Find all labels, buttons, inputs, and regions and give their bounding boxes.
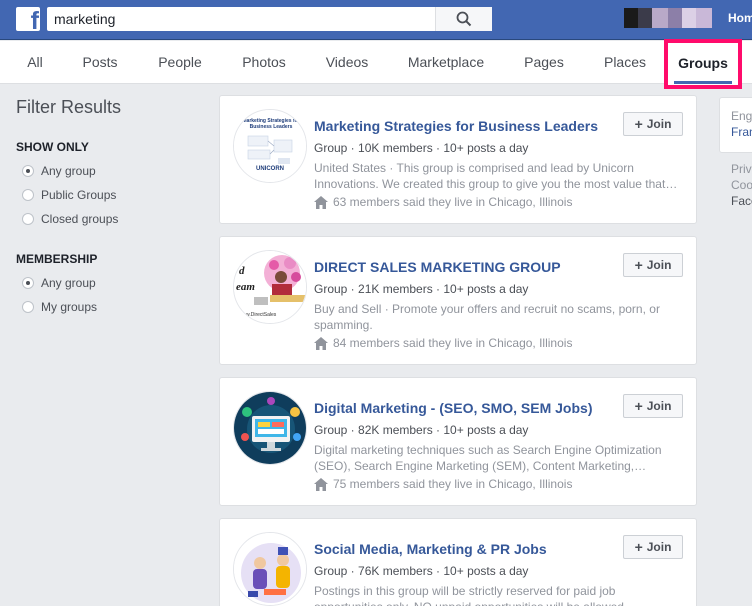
members-location: 63 members said they live in Chicago, Il… [314, 195, 572, 209]
members-location-text: 84 members said they live in Chicago, Il… [333, 336, 573, 350]
tab-groups[interactable]: Groups [664, 39, 742, 89]
search-filter-tabs: All Posts People Photos Videos Marketpla… [0, 39, 752, 89]
tab-marketplace[interactable]: Marketplace [402, 41, 490, 83]
footer-link[interactable]: Privacy [731, 162, 752, 176]
profile-avatar[interactable] [624, 8, 712, 28]
members-location: 75 members said they live in Chicago, Il… [314, 477, 572, 491]
tab-people[interactable]: People [152, 41, 208, 83]
filter-results-title: Filter Results [16, 97, 122, 117]
language-current: English [731, 109, 752, 123]
group-meta: Group · 76K members · 10+ posts a day [314, 564, 529, 578]
plus-icon: + [634, 257, 643, 273]
group-result-card: Digital Marketing - (SEO, SMO, SEM Jobs)… [219, 377, 697, 506]
thumbnail-logo-text: UNICORN [256, 166, 284, 172]
filter-closed-groups[interactable]: Closed groups [22, 210, 118, 228]
filter-option-label: My groups [41, 300, 98, 314]
active-tab-indicator [674, 81, 732, 84]
group-meta: Group · 21K members · 10+ posts a day [314, 282, 529, 296]
filter-option-label: Closed groups [41, 212, 119, 226]
join-label: Join [646, 258, 672, 272]
search-input[interactable] [47, 7, 445, 31]
radio-selected-icon [22, 277, 34, 289]
group-description: Buy and Sell · Promote your offers and r… [314, 302, 660, 332]
group-thumbnail[interactable] [233, 391, 307, 465]
join-group-button[interactable]: + Join [623, 535, 683, 559]
group-result-card: Social Media, Marketing & PR Jobs Group … [219, 518, 697, 606]
group-name-link[interactable]: Social Media, Marketing & PR Jobs [314, 541, 547, 557]
membership-my-groups[interactable]: My groups [22, 298, 97, 316]
group-result-card: Marketing Strategies for Business Leader… [219, 95, 697, 224]
group-name-link[interactable]: DIRECT SALES MARKETING GROUP [314, 259, 561, 275]
group-description: United States · This group is comprised … [314, 161, 678, 191]
membership-heading: MEMBERSHIP [16, 252, 98, 266]
group-meta: Group · 10K members · 10+ posts a day [314, 141, 529, 155]
tab-videos[interactable]: Videos [320, 41, 374, 83]
tab-pages[interactable]: Pages [518, 41, 570, 83]
search-box [47, 7, 492, 31]
group-description: Digital marketing techniques such as Sea… [314, 443, 662, 473]
group-description: Postings in this group will be strictly … [314, 584, 627, 606]
thumbnail-text: w.DirectSales [246, 312, 277, 318]
facebook-logo-icon[interactable]: f [16, 7, 40, 31]
group-meta: Group · 82K members · 10+ posts a day [314, 423, 529, 437]
membership-any-group[interactable]: Any group [22, 274, 96, 292]
join-group-button[interactable]: + Join [623, 394, 683, 418]
group-name-link[interactable]: Digital Marketing - (SEO, SMO, SEM Jobs) [314, 400, 592, 416]
home-link[interactable]: Home [728, 11, 752, 25]
join-label: Join [646, 399, 672, 413]
group-thumbnail[interactable] [233, 532, 307, 606]
group-result-card: d eam w.DirectSales DIRECT SALES MARKETI… [219, 236, 697, 365]
home-icon [314, 477, 328, 491]
language-box: English Français [719, 97, 752, 153]
join-group-button[interactable]: + Join [623, 112, 683, 136]
join-label: Join [646, 117, 672, 131]
tab-photos[interactable]: Photos [238, 41, 290, 83]
tab-posts[interactable]: Posts [78, 41, 122, 83]
radio-icon [22, 213, 34, 225]
filter-public-groups[interactable]: Public Groups [22, 186, 116, 204]
home-icon [314, 195, 328, 209]
members-location-text: 75 members said they live in Chicago, Il… [333, 477, 573, 491]
home-icon [314, 336, 328, 350]
members-location-text: 63 members said they live in Chicago, Il… [333, 195, 573, 209]
footer-copyright: Facebook [731, 194, 752, 208]
plus-icon: + [634, 398, 643, 414]
top-navigation-bar: f Home [0, 0, 752, 40]
tab-all[interactable]: All [20, 41, 50, 83]
plus-icon: + [634, 116, 643, 132]
thumbnail-text: eam [236, 281, 255, 293]
search-button[interactable] [435, 7, 492, 31]
filter-option-label: Any group [41, 276, 96, 290]
search-icon [456, 11, 472, 27]
show-only-heading: SHOW ONLY [16, 140, 89, 154]
plus-icon: + [634, 539, 643, 555]
join-group-button[interactable]: + Join [623, 253, 683, 277]
group-thumbnail[interactable]: d eam w.DirectSales [233, 250, 307, 324]
group-thumbnail[interactable]: Marketing Strategies for Business Leader… [233, 109, 307, 183]
members-location: 84 members said they live in Chicago, Il… [314, 336, 572, 350]
footer-link[interactable]: Cookies [731, 178, 752, 192]
radio-icon [22, 301, 34, 313]
thumbnail-caption: Marketing Strategies for Business Leader… [242, 118, 300, 130]
join-label: Join [646, 540, 672, 554]
group-name-link[interactable]: Marketing Strategies for Business Leader… [314, 118, 598, 134]
radio-selected-icon [22, 165, 34, 177]
language-link[interactable]: Français [731, 125, 752, 139]
tab-places[interactable]: Places [598, 41, 652, 83]
filter-any-group[interactable]: Any group [22, 162, 96, 180]
tab-groups-label: Groups [678, 55, 728, 71]
radio-icon [22, 189, 34, 201]
filter-option-label: Public Groups [41, 188, 117, 202]
filter-option-label: Any group [41, 164, 96, 178]
thumbnail-text: d [239, 265, 245, 277]
